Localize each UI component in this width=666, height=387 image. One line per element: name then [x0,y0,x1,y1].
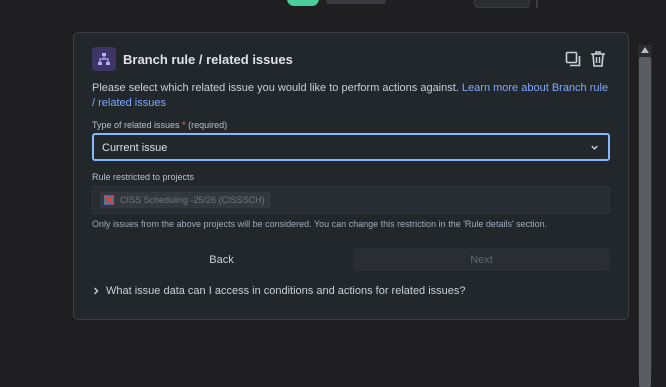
project-tag-label: CISS Scheduling -25/26 (CISSSCH) [120,195,265,205]
restricted-projects-field: CISS Scheduling -25/26 (CISSSCH) [92,186,610,214]
panel-header: Branch rule / related issues [92,47,612,73]
description-text: Please select which related issue you wo… [92,82,459,94]
required-asterisk: * [182,120,186,130]
next-button[interactable]: Next [353,248,610,271]
panel-description: Please select which related issue you wo… [92,81,612,111]
related-issues-help-expander[interactable]: What issue data can I access in conditio… [92,285,466,297]
divider [536,0,538,8]
delete-button[interactable] [588,49,608,69]
copy-icon [565,51,581,67]
panel-title: Branch rule / related issues [123,52,293,67]
scroll-thumb[interactable] [639,57,651,387]
projects-field-label: Rule restricted to projects [92,172,195,182]
required-text: (required) [188,120,228,130]
top-toolbar-partial [0,0,666,8]
duplicate-button[interactable] [563,49,583,69]
toggle-switch[interactable] [287,0,319,6]
toggle-label [326,0,386,4]
type-label-text: Type of related issues [92,120,180,130]
scroll-up-arrow-icon[interactable] [641,47,649,53]
chevron-down-icon [591,145,598,150]
type-field-label: Type of related issues * (required) [92,120,227,130]
expander-label: What issue data can I access in conditio… [106,285,466,297]
related-issue-type-select[interactable]: Current issue [92,133,610,161]
help-text: Only issues from the above projects will… [92,219,548,229]
project-tag: CISS Scheduling -25/26 (CISSSCH) [100,192,271,208]
project-avatar-icon [104,195,114,205]
scrollbar[interactable] [638,45,652,387]
chevron-right-icon [94,287,99,295]
trash-icon [591,51,605,67]
branch-rule-panel: Branch rule / related issues Please sele… [73,32,629,320]
selected-value: Current issue [102,142,168,154]
branch-rule-icon [92,47,116,71]
top-button[interactable] [474,0,530,8]
back-button[interactable]: Back [92,248,351,271]
